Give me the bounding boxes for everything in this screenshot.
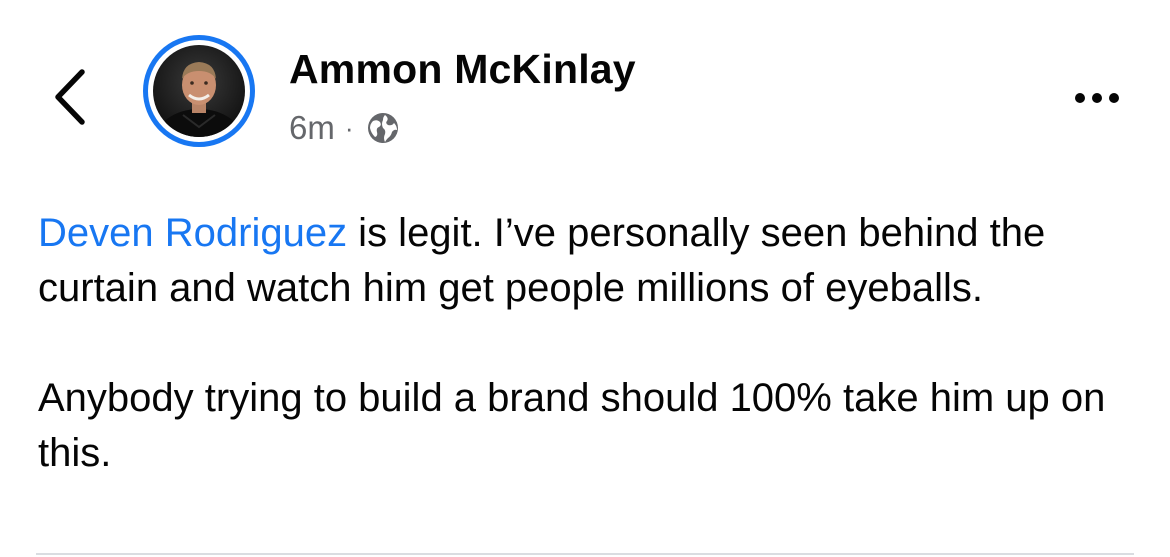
more-horizontal-icon-dot (1075, 93, 1085, 103)
globe-icon[interactable] (364, 109, 402, 147)
meta-separator: · (344, 112, 354, 143)
post-view: Ammon McKinlay 6m · Deven Rodriguez is l… (0, 0, 1170, 557)
avatar (153, 45, 245, 137)
divider (36, 553, 1134, 555)
post-paragraph: Anybody trying to build a brand should 1… (38, 376, 1106, 475)
more-options-button[interactable] (1062, 80, 1132, 116)
author-name[interactable]: Ammon McKinlay (289, 46, 636, 93)
profile-photo-icon (155, 62, 243, 137)
post-timestamp[interactable]: 6m (289, 109, 335, 147)
back-button[interactable] (44, 62, 100, 132)
post-text: Deven Rodriguez is legit. I’ve personall… (38, 206, 1138, 481)
more-horizontal-icon-dot (1109, 93, 1119, 103)
mention-link[interactable]: Deven Rodriguez (38, 211, 347, 255)
post-paragraph: Deven Rodriguez is legit. I’ve personall… (38, 206, 1138, 316)
more-horizontal-icon-dot (1092, 93, 1102, 103)
author-avatar-story-ring[interactable] (143, 35, 255, 147)
chevron-left-icon (55, 69, 85, 125)
post-meta: 6m · (289, 108, 402, 148)
